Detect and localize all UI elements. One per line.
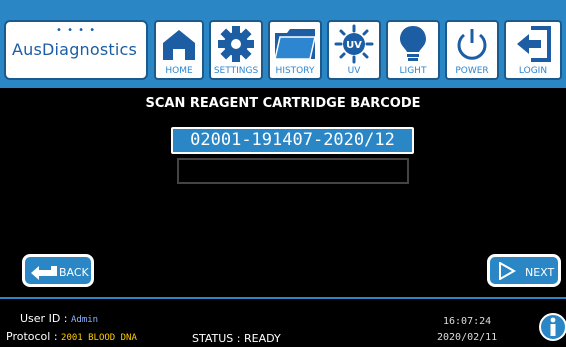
folder-icon xyxy=(270,24,320,64)
info-button[interactable] xyxy=(538,312,566,342)
user-id-label: User ID : xyxy=(20,312,68,325)
next-label: NEXT xyxy=(525,266,555,279)
next-arrow-icon xyxy=(498,261,517,283)
clock-time: 16:07:24 xyxy=(443,316,492,327)
user-id-row: User ID : Admin xyxy=(20,312,98,325)
nav-power-button[interactable]: POWER xyxy=(445,20,499,80)
protocol-row: Protocol : 2001 BLOOD DNA xyxy=(6,330,137,343)
power-icon xyxy=(447,24,497,64)
barcode-input[interactable]: 02001-191407-2020/12 xyxy=(171,127,414,154)
nav-light-label: LIGHT xyxy=(399,66,427,76)
nav-home-label: HOME xyxy=(165,66,193,76)
nav-uv-button[interactable]: UV UV xyxy=(327,20,381,80)
secondary-barcode-input[interactable] xyxy=(177,158,409,184)
logo-text: AusDiagnostics xyxy=(12,40,138,59)
logo-dots: • • • • xyxy=(56,25,97,36)
clock-date: 2020/02/11 xyxy=(437,332,498,343)
uv-lamp-icon: UV xyxy=(329,24,379,64)
home-icon xyxy=(156,24,202,64)
protocol-label: Protocol : xyxy=(6,330,58,343)
nav-history-button[interactable]: HISTORY xyxy=(268,20,322,80)
nav-settings-label: SETTINGS xyxy=(213,66,259,76)
page-title: SCAN REAGENT CARTRIDGE BARCODE xyxy=(145,96,421,111)
nav-uv-label: UV xyxy=(347,66,361,76)
back-label: BACK xyxy=(59,266,89,279)
gear-icon xyxy=(211,24,261,64)
nav-login-button[interactable]: LOGIN xyxy=(504,20,562,80)
protocol-value: 2001 BLOOD DNA xyxy=(61,333,137,343)
nav-settings-button[interactable]: SETTINGS xyxy=(209,20,263,80)
back-arrow-icon xyxy=(29,262,59,283)
nav-home-button[interactable]: HOME xyxy=(154,20,204,80)
status-text: STATUS : READY xyxy=(192,332,281,345)
next-button[interactable]: NEXT xyxy=(487,254,561,287)
top-toolbar: • • • • AusDiagnostics HOME SETTINGS HIS… xyxy=(0,0,566,88)
info-icon xyxy=(538,313,566,346)
nav-history-label: HISTORY xyxy=(275,66,315,76)
back-button[interactable]: BACK xyxy=(22,254,94,287)
login-icon xyxy=(506,24,560,64)
nav-light-button[interactable]: LIGHT xyxy=(386,20,440,80)
lightbulb-icon xyxy=(388,24,438,64)
user-id-value: Admin xyxy=(71,315,99,325)
nav-login-label: LOGIN xyxy=(518,66,548,76)
app-logo: • • • • AusDiagnostics xyxy=(4,20,148,80)
svg-text:UV: UV xyxy=(346,40,362,51)
nav-power-label: POWER xyxy=(455,66,489,76)
